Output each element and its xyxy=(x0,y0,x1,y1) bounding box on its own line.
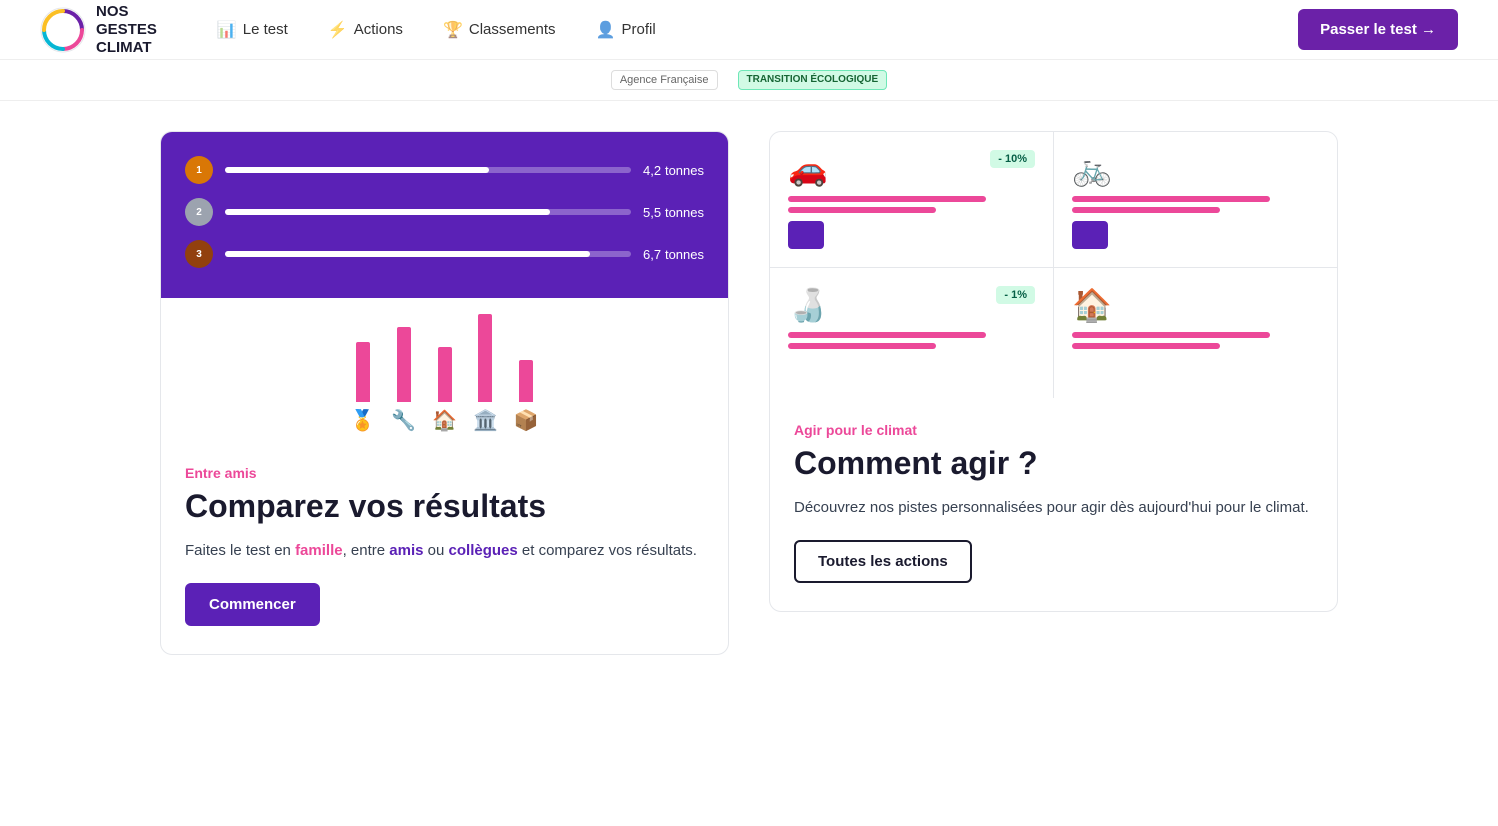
actions-card: 🚗 - 10% 🚲 xyxy=(769,131,1338,612)
actions-text-section: Agir pour le climat Comment agir ? Décou… xyxy=(770,398,1337,611)
bar-icon-1: 🏅 xyxy=(350,408,375,433)
bar-2 xyxy=(397,327,411,402)
profil-icon: 👤 xyxy=(596,20,616,40)
bar-item-2: 🔧 xyxy=(391,327,416,433)
nav-profil[interactable]: 👤 Profil xyxy=(596,20,656,40)
leaderboard-row-3: 3 6,7 tonnes xyxy=(185,240,704,268)
compare-card: 1 4,2 tonnes 2 5,5 tonnes 3 xyxy=(160,131,729,655)
bottle-lines xyxy=(788,332,1035,349)
bar-item-4: 🏛️ xyxy=(473,314,498,433)
car-line-2 xyxy=(788,207,936,213)
progress-3 xyxy=(225,251,631,257)
bar-1 xyxy=(356,342,370,402)
action-cell-house: 🏠 xyxy=(1054,268,1337,398)
leaderboard-row-2: 2 5,5 tonnes xyxy=(185,198,704,226)
nav-classements-label: Classements xyxy=(469,21,556,38)
bar-icon-4: 🏛️ xyxy=(473,408,498,433)
logo-icon xyxy=(40,7,86,53)
action-cell-bike: 🚲 xyxy=(1054,132,1337,267)
nav-profil-label: Profil xyxy=(621,21,655,38)
action-header-bike: 🚲 xyxy=(1072,150,1319,188)
classements-icon: 🏆 xyxy=(443,20,463,40)
nav-actions-label: Actions xyxy=(354,21,403,38)
car-line-1 xyxy=(788,196,986,202)
top-banner: Agence Française TRANSITION ÉCOLOGIQUE xyxy=(0,60,1498,101)
bike-line-1 xyxy=(1072,196,1270,202)
bottle-line-2 xyxy=(788,343,936,349)
bar-4 xyxy=(478,314,492,402)
nav-links: 📊 Le test ⚡ Actions 🏆 Classements 👤 Prof… xyxy=(217,20,1298,40)
action-header-car: 🚗 - 10% xyxy=(788,150,1035,188)
famille-link[interactable]: famille xyxy=(295,542,343,559)
navbar: NOS GESTES CLIMAT 📊 Le test ⚡ Actions 🏆 … xyxy=(0,0,1498,60)
commencer-button[interactable]: Commencer xyxy=(185,583,320,626)
bottle-line-1 xyxy=(788,332,986,338)
logo-area[interactable]: NOS GESTES CLIMAT xyxy=(40,3,157,57)
car-lines xyxy=(788,196,1035,213)
bar-icon-3: 🏠 xyxy=(432,408,457,433)
le-test-icon: 📊 xyxy=(217,20,237,40)
bottle-badge: - 1% xyxy=(996,286,1035,304)
bar-icon-2: 🔧 xyxy=(391,408,416,433)
medal-3: 3 xyxy=(185,240,213,268)
house-lines xyxy=(1072,332,1319,349)
bike-line-2 xyxy=(1072,207,1220,213)
nav-classements[interactable]: 🏆 Classements xyxy=(443,20,556,40)
nav-le-test-label: Le test xyxy=(243,21,288,38)
nav-le-test[interactable]: 📊 Le test xyxy=(217,20,288,40)
medal-1: 1 xyxy=(185,156,213,184)
nav-actions[interactable]: ⚡ Actions xyxy=(328,20,403,40)
amis-link[interactable]: amis xyxy=(389,542,423,559)
bottle-icon: 🍶 xyxy=(788,286,828,324)
house-line-1 xyxy=(1072,332,1270,338)
bike-lines xyxy=(1072,196,1319,213)
action-cell-car: 🚗 - 10% xyxy=(770,132,1053,267)
house-icon: 🏠 xyxy=(1072,286,1112,324)
bar-item-3: 🏠 xyxy=(432,347,457,433)
bar-item-5: 📦 xyxy=(514,360,539,433)
bar-5 xyxy=(519,360,533,402)
action-header-house: 🏠 xyxy=(1072,286,1319,324)
leaderboard-value-1: 4,2 tonnes xyxy=(643,162,704,178)
compare-section-desc: Faites le test en famille, entre amis ou… xyxy=(185,539,704,563)
leaderboard-section: 1 4,2 tonnes 2 5,5 tonnes 3 xyxy=(161,132,728,298)
logo-text: NOS GESTES CLIMAT xyxy=(96,3,157,57)
progress-2 xyxy=(225,209,631,215)
action-cell-bottle: 🍶 - 1% xyxy=(770,268,1053,398)
toutes-les-actions-button[interactable]: Toutes les actions xyxy=(794,540,972,583)
compare-section-title: Comparez vos résultats xyxy=(185,487,704,525)
bike-box xyxy=(1072,221,1108,249)
main-content: 1 4,2 tonnes 2 5,5 tonnes 3 xyxy=(0,101,1498,685)
house-line-2 xyxy=(1072,343,1220,349)
car-box xyxy=(788,221,824,249)
actions-section-desc: Découvrez nos pistes personnalisées pour… xyxy=(794,496,1313,520)
collegues-link[interactable]: collègues xyxy=(449,542,518,559)
actions-section-label: Agir pour le climat xyxy=(794,422,1313,438)
banner-badge-transition: TRANSITION ÉCOLOGIQUE xyxy=(738,70,888,90)
banner-badge-agence: Agence Française xyxy=(611,70,718,90)
bar-chart-area: 🏅 🔧 🏠 🏛️ 📦 xyxy=(161,298,728,441)
actions-grid: 🚗 - 10% 🚲 xyxy=(770,132,1337,398)
bar-item-1: 🏅 xyxy=(350,342,375,433)
leaderboard-value-3: 6,7 tonnes xyxy=(643,246,704,262)
car-badge: - 10% xyxy=(990,150,1035,168)
bike-icon: 🚲 xyxy=(1072,150,1112,188)
compare-section-label: Entre amis xyxy=(185,465,704,481)
bar-3 xyxy=(438,347,452,402)
actions-section-title: Comment agir ? xyxy=(794,444,1313,482)
action-header-bottle: 🍶 - 1% xyxy=(788,286,1035,324)
car-icon: 🚗 xyxy=(788,150,828,188)
compare-text-section: Entre amis Comparez vos résultats Faites… xyxy=(161,441,728,654)
medal-2: 2 xyxy=(185,198,213,226)
leaderboard-value-2: 5,5 tonnes xyxy=(643,204,704,220)
actions-icon: ⚡ xyxy=(328,20,348,40)
leaderboard-row-1: 1 4,2 tonnes xyxy=(185,156,704,184)
passer-le-test-button[interactable]: Passer le test → xyxy=(1298,9,1458,50)
bar-icon-5: 📦 xyxy=(514,408,539,433)
progress-1 xyxy=(225,167,631,173)
